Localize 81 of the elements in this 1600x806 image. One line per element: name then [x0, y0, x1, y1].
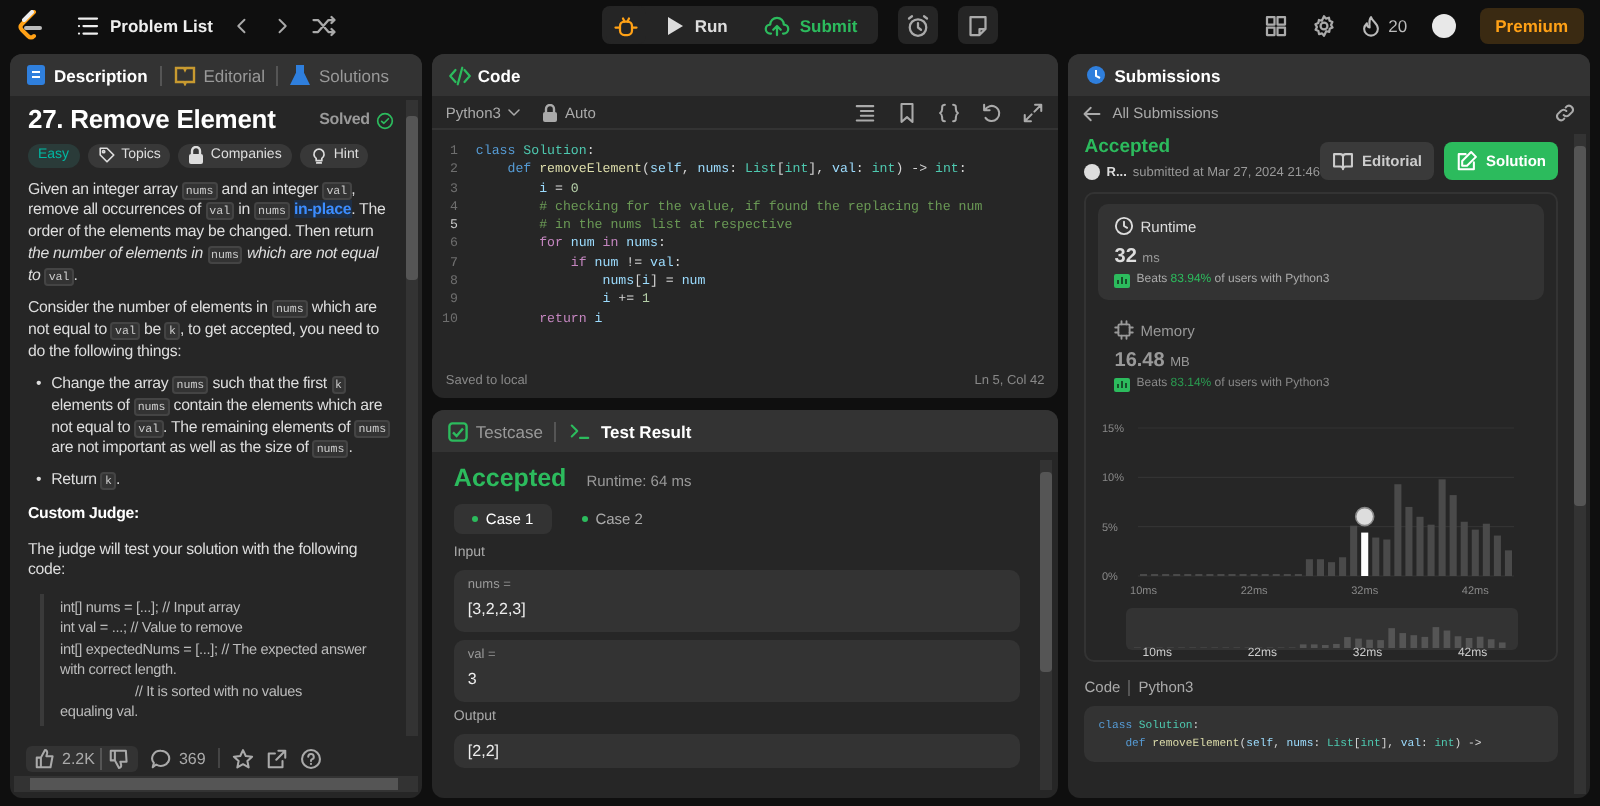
avatar — [1084, 164, 1101, 180]
history-icon — [1084, 64, 1107, 86]
thumbs-down-icon[interactable] — [108, 747, 131, 769]
panel-title: Submissions — [1114, 65, 1221, 85]
histogram-bar — [1461, 521, 1469, 576]
help-icon[interactable] — [299, 747, 322, 769]
shuffle-icon[interactable] — [312, 13, 337, 37]
panel-tab[interactable]: Description — [26, 64, 148, 86]
edit-icon — [1456, 150, 1478, 172]
histogram-bar — [1505, 550, 1513, 576]
lock-icon — [542, 103, 559, 121]
flask-icon — [290, 64, 311, 86]
histogram-bar — [1328, 562, 1336, 576]
doc-icon — [26, 64, 46, 86]
histogram-bar — [1472, 529, 1480, 576]
flame-icon — [1360, 13, 1383, 37]
share-icon[interactable] — [265, 747, 288, 769]
histogram-bar — [1350, 525, 1358, 576]
debug-icon[interactable] — [614, 13, 639, 37]
braces-icon[interactable] — [938, 101, 961, 123]
alarm-clock-icon[interactable] — [905, 13, 930, 37]
link-icon[interactable] — [1554, 102, 1576, 124]
speech-bubble-icon[interactable] — [150, 747, 173, 769]
problem-list-button[interactable]: Problem List — [76, 13, 213, 37]
panel-tab[interactable]: Testcase — [447, 421, 543, 441]
thumbs-up-icon[interactable] — [34, 747, 56, 769]
note-icon[interactable] — [965, 13, 990, 37]
chip-icon — [1114, 320, 1135, 340]
histogram-bar — [1439, 479, 1447, 576]
histogram-bar — [1361, 532, 1369, 576]
streak-count: 20 — [1388, 15, 1408, 35]
result-status: Accepted — [453, 464, 567, 492]
lock-icon — [188, 146, 205, 165]
histogram-bar — [1339, 557, 1347, 576]
bar-chart-icon — [1114, 272, 1131, 288]
settings-icon[interactable] — [1312, 13, 1337, 37]
terminal-icon — [568, 420, 593, 442]
problem-title: 27. Remove Element — [28, 110, 276, 132]
histogram-bar — [1428, 524, 1436, 576]
reset-icon[interactable] — [980, 101, 1003, 123]
submission-status: Accepted — [1084, 136, 1173, 158]
variable-value: 3 — [467, 670, 479, 688]
histogram-bar — [1306, 559, 1314, 576]
solved-status: Solved — [319, 110, 370, 132]
clock-icon — [1114, 216, 1135, 236]
bookmark-icon[interactable] — [896, 101, 919, 123]
back-arrow-icon[interactable] — [1082, 103, 1103, 123]
list-icon — [76, 13, 100, 37]
histogram-bar — [1494, 535, 1502, 576]
bar-chart-icon — [1114, 376, 1131, 392]
avatar-marker — [1355, 506, 1376, 527]
logo-icon[interactable] — [16, 9, 44, 41]
panel-tab[interactable]: Solutions — [290, 64, 389, 86]
check-circle-icon — [375, 111, 394, 130]
run-button[interactable]: Run — [650, 6, 744, 44]
panel-title: Code — [477, 65, 521, 85]
grid-icon[interactable] — [1264, 13, 1289, 37]
histogram-bar — [1450, 495, 1458, 576]
comments-button[interactable]: 369 — [150, 747, 206, 769]
panel-tab[interactable]: Editorial — [173, 64, 265, 86]
star-icon[interactable] — [231, 747, 254, 769]
expand-icon[interactable] — [1022, 101, 1045, 123]
upload-icon — [763, 13, 790, 37]
format-icon[interactable] — [854, 101, 877, 123]
tag-icon — [97, 146, 116, 165]
output-value: [2,2] — [467, 742, 501, 760]
histogram-bar — [1417, 516, 1425, 576]
checkbox-icon — [447, 421, 468, 441]
play-icon — [666, 15, 685, 35]
histogram-bar — [1317, 559, 1325, 576]
panel-tab[interactable]: Test Result — [568, 420, 692, 442]
avatar[interactable] — [1431, 13, 1456, 37]
code-icon — [447, 63, 472, 87]
book-icon — [173, 64, 196, 86]
book-icon — [1331, 150, 1354, 172]
lightbulb-icon — [309, 146, 328, 165]
histogram-bar — [1483, 523, 1491, 576]
chevron-down-icon[interactable] — [506, 104, 523, 120]
premium-button[interactable]: Premium — [1479, 7, 1584, 43]
variable-value: [3,2,2,3] — [467, 600, 528, 618]
submit-button[interactable]: Submit — [747, 6, 874, 44]
